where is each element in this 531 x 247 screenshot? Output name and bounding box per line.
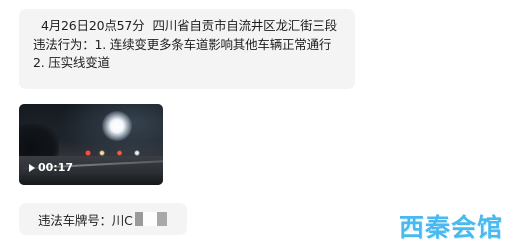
violation-description-line2: 2. 压实线变道 xyxy=(33,55,110,70)
play-icon xyxy=(29,163,35,172)
violation-description-line1: 违法行为：1. 连续变更多条车道影响其他车辆正常通行 xyxy=(33,36,332,52)
video-duration-text: 00:17 xyxy=(38,161,74,174)
plate-message-bubble: 违法车牌号：川C xyxy=(19,203,187,235)
video-duration: 00:17 xyxy=(29,161,73,174)
violation-time: 4月26日20点57分 xyxy=(41,18,145,33)
video-message-thumbnail[interactable]: 00:17 xyxy=(19,104,163,185)
violation-message-bubble: 4月26日20点57分 四川省自贡市自流井区龙汇街三段 违法行为：1. 连续变更多… xyxy=(19,9,355,89)
street-light-glow xyxy=(102,111,132,141)
plate-mosaic-redaction xyxy=(134,212,167,226)
plate-label: 违法车牌号：川C xyxy=(38,212,133,228)
vehicle-lights xyxy=(81,150,151,156)
time-location-line: 4月26日20点57分 四川省自贡市自流井区龙汇街三段 xyxy=(33,17,345,36)
watermark-logo: 西秦会馆 xyxy=(399,213,504,242)
violation-location: 四川省自贡市自流井区龙汇街三段 xyxy=(152,18,337,33)
